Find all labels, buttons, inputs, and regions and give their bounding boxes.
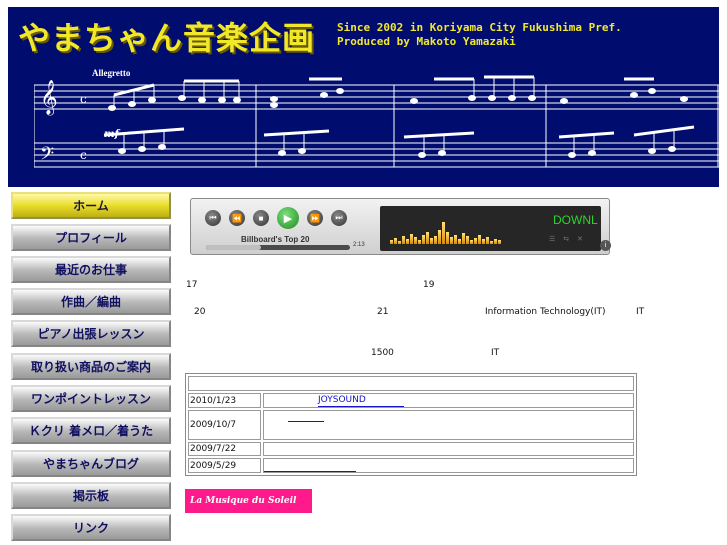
equalizer-bar [442, 222, 445, 244]
svg-text:𝄞: 𝄞 [40, 80, 58, 116]
equalizer-bar [482, 239, 485, 244]
equalizer-bar [498, 240, 501, 244]
equalizer-bar [446, 232, 449, 244]
content-line3-it: IT [491, 348, 500, 358]
equalizer-bar [466, 236, 469, 244]
nav-home-button[interactable]: ホーム [11, 192, 171, 219]
stop-icon[interactable]: ■ [253, 210, 269, 226]
skip-forward-icon[interactable]: ⏭ [331, 210, 347, 226]
content-line2-num-b: 21 [377, 307, 389, 317]
content-line1-num-b: 19 [423, 280, 435, 290]
svg-text:mf: mf [104, 129, 121, 140]
nav-blog-button[interactable]: やまちゃんブログ [11, 450, 171, 477]
la-musique-du-soleil-banner[interactable]: La Musique du Soleil [185, 489, 312, 513]
equalizer-bar [430, 238, 433, 244]
equalizer-bar [418, 240, 421, 244]
news-date-2: 2009/10/7 [188, 410, 261, 440]
tagline-line-1: Since 2002 in Koriyama City Fukushima Pr… [337, 21, 622, 34]
sheet-music-illustration: 𝄞 𝄢 c c mf [34, 75, 719, 169]
equalizer-bar [474, 238, 477, 244]
info-icon[interactable]: i [600, 240, 611, 251]
content-line3-num: 1500 [371, 348, 394, 358]
skip-back-icon[interactable]: ⏮ [205, 210, 221, 226]
content-line1-num-a: 17 [186, 280, 198, 290]
news-text-1: JOYSOUND [263, 393, 634, 408]
nav-recent-work-button[interactable]: 最近のお仕事 [11, 256, 171, 283]
equalizer-bar [390, 240, 393, 244]
equalizer-bar [398, 241, 401, 244]
news-link-underline-2[interactable] [288, 421, 324, 422]
nav-links-button[interactable]: リンク [11, 514, 171, 541]
news-date-3: 2009/7/22 [188, 442, 261, 456]
equalizer-bar [470, 240, 473, 244]
equalizer-bar [478, 235, 481, 244]
equalizer-bar [434, 236, 437, 244]
equalizer-bar [490, 241, 493, 244]
track-title: Billboard's Top 20 [241, 235, 310, 244]
equalizer-bar [450, 237, 453, 244]
equalizer-visualizer [390, 218, 510, 244]
news-date-4: 2009/5/29 [188, 458, 261, 473]
news-link-underline-1 [318, 406, 404, 407]
equalizer-bar [426, 232, 429, 244]
nav-products-button[interactable]: 取り扱い商品のご案内 [11, 353, 171, 380]
equalizer-bar [410, 234, 413, 244]
news-link-joysound[interactable]: JOYSOUND [318, 395, 366, 405]
content-it-full: Information Technology(IT) [485, 307, 606, 317]
news-text-3 [263, 442, 634, 456]
equalizer-bar [394, 238, 397, 244]
playlist-icons[interactable]: ☰ ⇆ ✕ [549, 235, 586, 243]
rewind-icon[interactable]: ⏪ [229, 210, 245, 226]
site-tagline: Since 2002 in Koriyama City Fukushima Pr… [337, 21, 622, 49]
news-table: 2010/1/23 JOYSOUND 2009/10/7 2009/7/22 2… [185, 373, 637, 476]
tagline-line-2: Produced by Makoto Yamazaki [337, 35, 516, 48]
nav-one-point-lesson-button[interactable]: ワンポイントレッスン [11, 385, 171, 412]
play-icon[interactable]: ▶ [277, 207, 299, 229]
equalizer-bar [494, 239, 497, 244]
equalizer-bar [486, 237, 489, 244]
track-time: 2:13 [353, 242, 365, 248]
nav-profile-button[interactable]: プロフィール [11, 224, 171, 251]
nav-ringtone-button[interactable]: Ｋクリ 着メロ／着うた [11, 417, 171, 444]
content-line2-num-a: 20 [194, 307, 206, 317]
download-link[interactable]: DOWNL [553, 213, 598, 227]
progress-fill [206, 245, 261, 250]
news-header [188, 376, 634, 391]
svg-text:c: c [80, 92, 87, 106]
music-player: ⏮ ⏪ ■ ▶ ⏩ ⏭ Billboard's Top 20 2:13 DOWN… [190, 198, 611, 255]
nav-piano-lesson-button[interactable]: ピアノ出張レッスン [11, 320, 171, 347]
nav-bbs-button[interactable]: 掲示板 [11, 482, 171, 509]
news-date-1: 2010/1/23 [188, 393, 261, 408]
equalizer-bar [422, 235, 425, 244]
equalizer-bar [458, 239, 461, 244]
progress-bar[interactable] [206, 245, 350, 250]
news-text-4 [263, 458, 634, 473]
svg-text:c: c [80, 148, 87, 162]
fast-forward-icon[interactable]: ⏩ [307, 210, 323, 226]
equalizer-bar [438, 230, 441, 244]
news-text-2 [263, 410, 634, 440]
player-display: DOWNL ☰ ⇆ ✕ [380, 206, 601, 251]
equalizer-bar [414, 237, 417, 244]
content-it-short: IT [636, 307, 645, 317]
equalizer-bar [406, 239, 409, 244]
site-header: やまちゃん音楽企画 Since 2002 in Koriyama City Fu… [8, 7, 719, 187]
svg-text:𝄢: 𝄢 [40, 144, 54, 169]
nav-composition-button[interactable]: 作曲／編曲 [11, 288, 171, 315]
news-link-underline-4[interactable] [264, 471, 356, 472]
site-title: やまちゃん音楽企画 [18, 19, 316, 57]
equalizer-bar [462, 233, 465, 244]
equalizer-bar [454, 235, 457, 244]
equalizer-bar [402, 236, 405, 244]
